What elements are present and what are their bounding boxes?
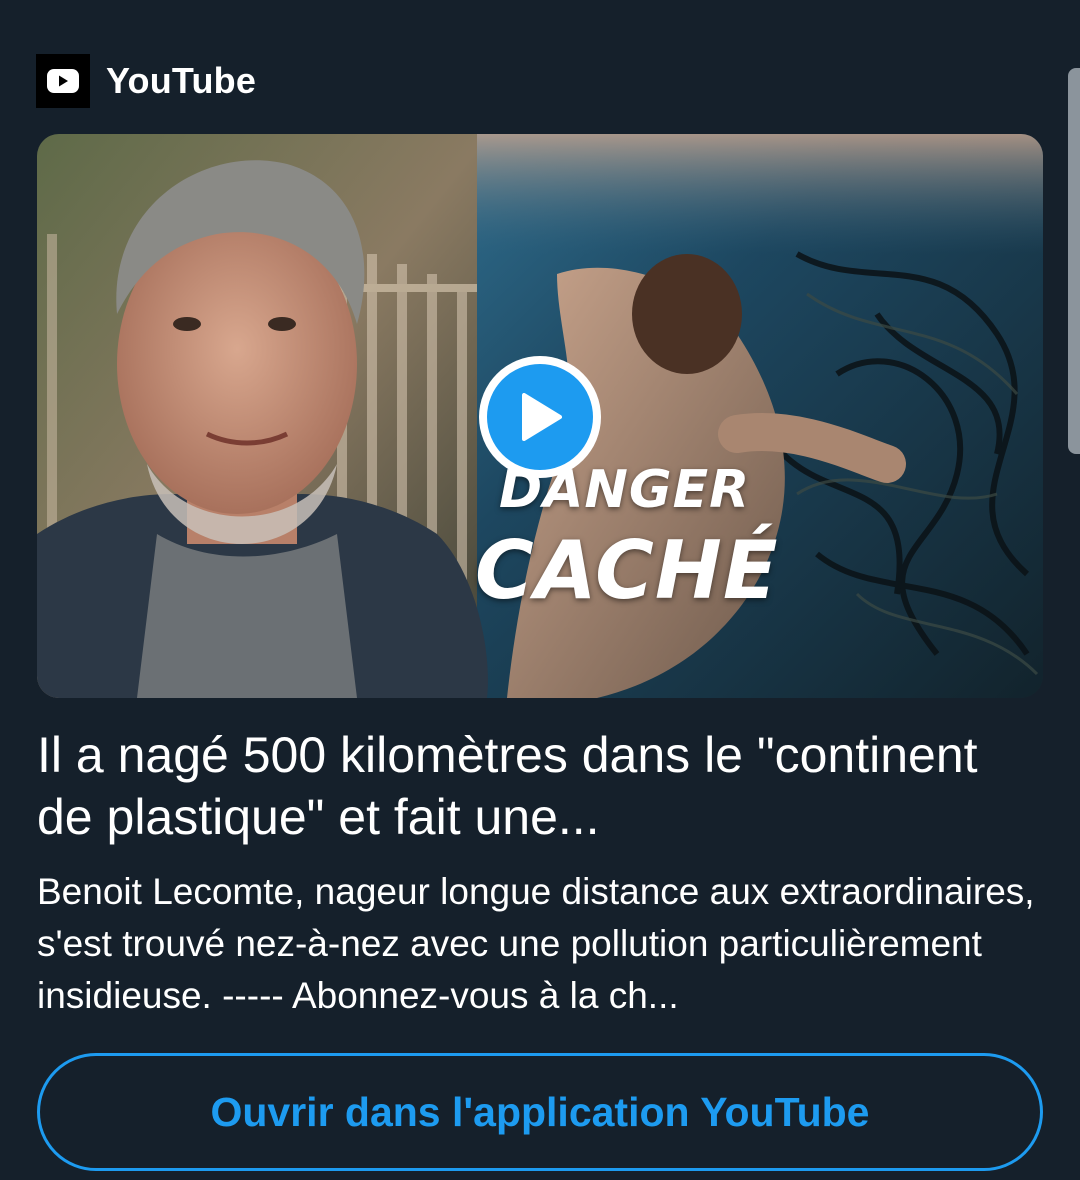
thumbnail-overlay-text: CACHÉ: [475, 524, 779, 617]
video-thumbnail[interactable]: DANGER CACHÉ: [37, 134, 1043, 698]
play-icon: [487, 364, 593, 470]
card-header: YouTube: [36, 54, 256, 108]
video-title[interactable]: Il a nagé 500 kilomètres dans le "contin…: [37, 724, 1037, 848]
link-preview-card: YouTube DANGER CACHÉ Il a nagé 500 kilom…: [0, 0, 1080, 1180]
play-button[interactable]: [479, 356, 601, 478]
video-description: Benoit Lecomte, nageur longue distance a…: [37, 871, 1035, 1016]
source-name: YouTube: [106, 60, 257, 101]
scrollbar[interactable]: [1068, 68, 1080, 454]
open-in-app-button[interactable]: Ouvrir dans l'application YouTube: [37, 1053, 1043, 1171]
youtube-icon: [36, 54, 90, 108]
